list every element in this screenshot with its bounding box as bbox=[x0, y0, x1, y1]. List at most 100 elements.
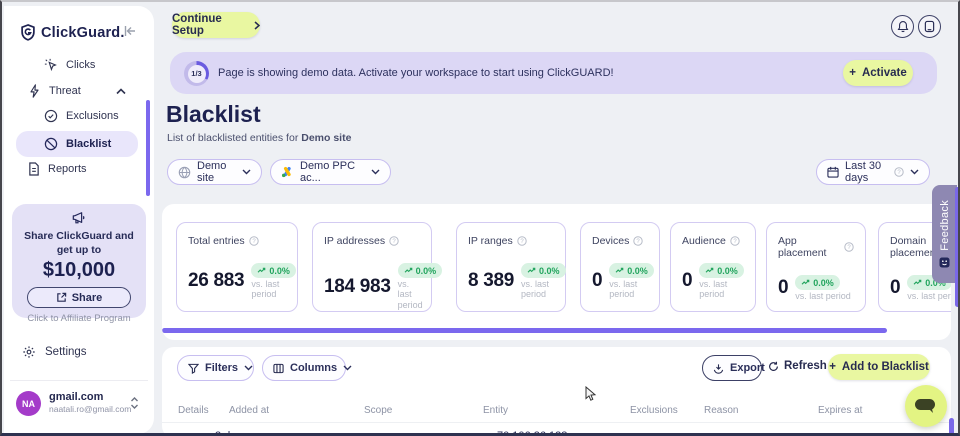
stat-label: Devices bbox=[592, 235, 629, 247]
avatar: NA bbox=[16, 391, 41, 416]
stat-card-ip-ranges: IP ranges? 8 389 0.0% vs. last period bbox=[456, 222, 566, 312]
stat-value: 0 bbox=[682, 270, 692, 292]
ppc-account-selector[interactable]: Demo PPC ac... bbox=[270, 159, 391, 185]
column-header-scope[interactable]: Scope bbox=[364, 405, 392, 416]
column-header-added-at[interactable]: Added at bbox=[229, 405, 269, 416]
divider bbox=[10, 380, 148, 381]
help-icon: ? bbox=[517, 236, 527, 246]
globe-icon bbox=[178, 166, 191, 179]
help-icon: ? bbox=[249, 236, 259, 246]
setup-progress-ring: 1/3 bbox=[184, 61, 209, 86]
sidebar-collapse-icon[interactable] bbox=[124, 25, 137, 37]
shield-logo-icon bbox=[20, 24, 36, 41]
help-icon: ? bbox=[730, 236, 740, 246]
sidebar-item-label: Threat bbox=[49, 85, 81, 97]
add-to-blacklist-button[interactable]: + Add to Blacklist bbox=[828, 354, 930, 380]
continue-setup-button[interactable]: Continue Setup bbox=[172, 12, 260, 38]
help-icon: ? bbox=[389, 236, 399, 246]
page-vertical-scrollbar[interactable] bbox=[955, 187, 960, 307]
chevron-down-icon bbox=[242, 169, 251, 175]
stat-card-ip-addresses: IP addresses? 184 983 0.0% vs. last peri… bbox=[312, 222, 432, 312]
sidebar-item-blacklist[interactable]: Blacklist bbox=[16, 131, 138, 157]
date-range-selector[interactable]: Last 30 days ? bbox=[816, 159, 930, 185]
feedback-tab[interactable]: Feedback bbox=[932, 185, 957, 283]
activate-button[interactable]: + Activate bbox=[843, 60, 913, 86]
stats-horizontal-scrollbar[interactable] bbox=[162, 328, 887, 333]
date-range-label: Last 30 days bbox=[845, 160, 888, 184]
trend-up-icon bbox=[527, 267, 536, 274]
chevron-down-icon bbox=[910, 169, 919, 175]
chevron-up-icon[interactable] bbox=[116, 88, 126, 95]
export-button[interactable]: Export bbox=[702, 355, 762, 381]
add-to-blacklist-label: Add to Blacklist bbox=[842, 361, 929, 373]
trend-up-icon bbox=[404, 267, 413, 274]
gear-icon bbox=[22, 345, 36, 359]
divider bbox=[162, 422, 951, 423]
column-header-expires-at[interactable]: Expires at bbox=[818, 405, 862, 416]
page-subtitle-text: List of blacklisted entities for bbox=[167, 132, 301, 144]
sidebar-item-reports[interactable]: Reports bbox=[28, 162, 87, 176]
refresh-icon bbox=[768, 361, 779, 372]
sidebar-item-exclusions[interactable]: Exclusions bbox=[44, 109, 119, 123]
bell-icon bbox=[897, 20, 909, 33]
svg-text:?: ? bbox=[897, 170, 901, 176]
blacklist-table-panel: Filters Columns Export Refresh bbox=[162, 347, 951, 436]
promo-caption[interactable]: Click to Affiliate Program bbox=[12, 313, 146, 324]
columns-label: Columns bbox=[290, 362, 337, 374]
affiliate-promo-card: Share ClickGuard and get up to $10,000 S… bbox=[12, 204, 146, 318]
feedback-label: Feedback bbox=[939, 200, 951, 251]
notifications-button[interactable] bbox=[891, 15, 914, 38]
docs-button[interactable] bbox=[918, 15, 941, 38]
stat-label: IP addresses bbox=[324, 235, 385, 247]
chevron-right-icon bbox=[254, 21, 260, 30]
stat-card-total-entries: Total entries? 26 883 0.0% vs. last peri… bbox=[176, 222, 298, 312]
delta-badge: 0.0% bbox=[609, 263, 654, 278]
stat-value: 184 983 bbox=[324, 276, 391, 298]
columns-button[interactable]: Columns bbox=[262, 355, 346, 381]
column-header-entity[interactable]: Entity bbox=[483, 405, 508, 416]
table-vertical-scrollbar[interactable] bbox=[949, 418, 954, 436]
cell-added-at: 3 d bbox=[215, 430, 230, 436]
calendar-icon bbox=[827, 166, 839, 178]
plus-icon: + bbox=[829, 361, 836, 373]
vs-period-label: vs. last period bbox=[699, 279, 744, 300]
svg-text:?: ? bbox=[847, 245, 851, 251]
stat-label: Total entries bbox=[188, 235, 245, 247]
share-button[interactable]: Share bbox=[27, 287, 131, 308]
sidebar-scrollbar[interactable] bbox=[146, 100, 150, 196]
refresh-button[interactable]: Refresh bbox=[768, 360, 827, 372]
sidebar-item-label: Reports bbox=[48, 163, 87, 175]
svg-text:?: ? bbox=[252, 239, 256, 245]
column-header-reason[interactable]: Reason bbox=[704, 405, 738, 416]
download-icon bbox=[713, 363, 724, 374]
column-header-details[interactable]: Details bbox=[178, 405, 209, 416]
filters-label: Filters bbox=[205, 362, 238, 374]
click-cursor-icon bbox=[44, 58, 58, 72]
stat-label: App placement bbox=[778, 235, 840, 259]
site-selector[interactable]: Demo site bbox=[167, 159, 262, 185]
promo-amount: $10,000 bbox=[12, 259, 146, 282]
filters-button[interactable]: Filters bbox=[177, 355, 254, 381]
account-switcher[interactable]: NA gmail.com naatali.ro@gmail.com bbox=[12, 390, 146, 420]
delta-badge: 0.0% bbox=[251, 263, 296, 278]
delta-badge: 0.0% bbox=[398, 263, 443, 278]
app-window: ClickGuard. Clicks Threat Exclusions bbox=[0, 0, 960, 436]
delta-badge: 0.0% bbox=[795, 275, 840, 290]
sidebar-item-clicks[interactable]: Clicks bbox=[44, 58, 95, 72]
column-header-exclusions[interactable]: Exclusions bbox=[630, 405, 678, 416]
stat-value: 0 bbox=[778, 277, 788, 299]
account-name: gmail.com bbox=[49, 391, 103, 403]
continue-setup-label: Continue Setup bbox=[172, 13, 248, 37]
help-icon: ? bbox=[633, 236, 643, 246]
filter-icon bbox=[188, 363, 199, 374]
delta-badge: 0.0% bbox=[521, 263, 566, 278]
check-circle-icon bbox=[44, 109, 58, 123]
sidebar-item-threat[interactable]: Threat bbox=[28, 84, 81, 98]
ppc-account-selector-label: Demo PPC ac... bbox=[300, 160, 365, 184]
page-title: Blacklist bbox=[166, 101, 261, 128]
chat-launcher-button[interactable] bbox=[905, 385, 947, 427]
sidebar-item-label: Clicks bbox=[66, 59, 95, 71]
page-subtitle: List of blacklisted entities for Demo si… bbox=[167, 132, 351, 144]
columns-icon bbox=[273, 363, 284, 374]
sidebar-item-settings[interactable]: Settings bbox=[22, 345, 87, 359]
